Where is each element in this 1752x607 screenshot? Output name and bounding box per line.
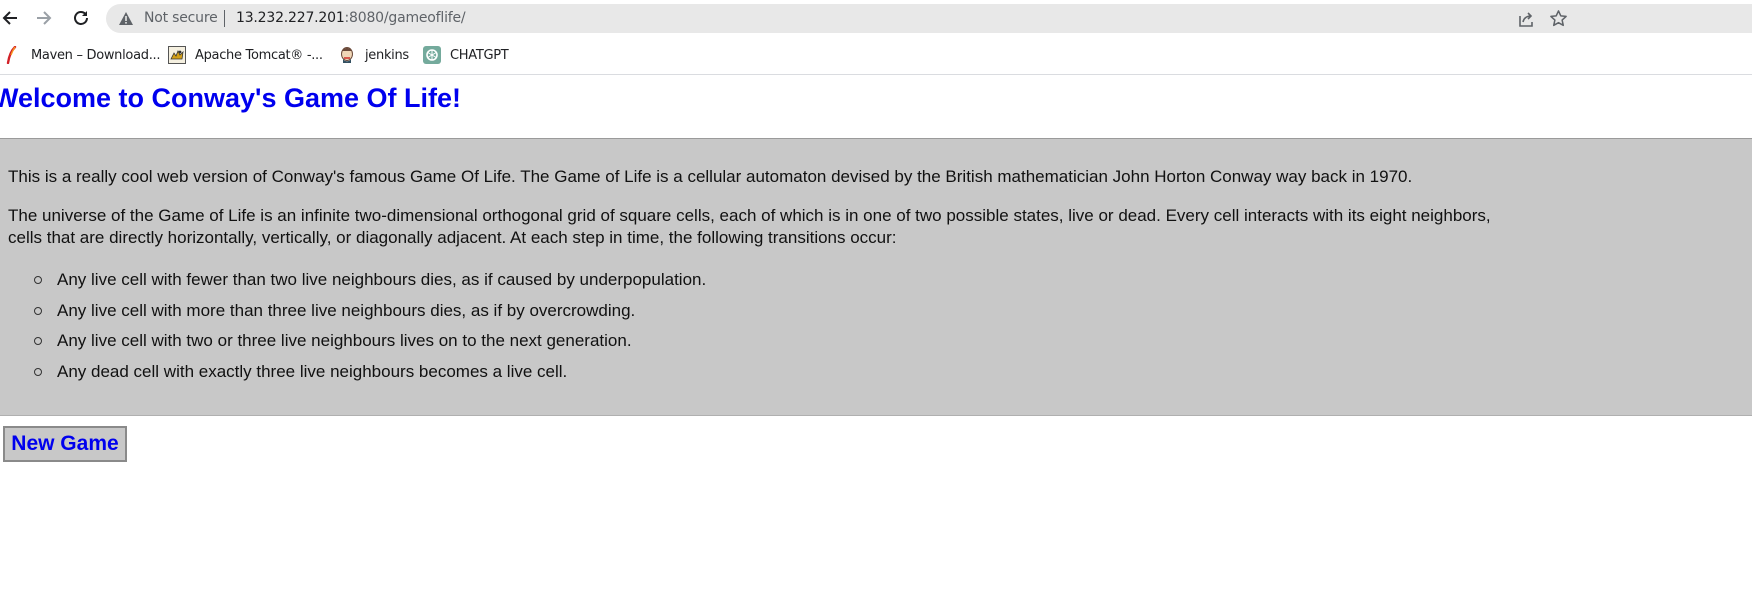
bookmark-chatgpt[interactable]: CHATGPT	[423, 45, 509, 65]
new-game-button[interactable]: New Game	[3, 426, 127, 462]
bookmark-maven[interactable]: Maven – Download...	[4, 45, 161, 65]
info-panel: This is a really cool web version of Con…	[0, 139, 1752, 416]
share-icon[interactable]	[1517, 10, 1535, 28]
circle-bullet-icon	[34, 337, 42, 345]
url-path: :8080/gameoflife/	[344, 10, 466, 26]
universe-paragraph: The universe of the Game of Life is an i…	[8, 205, 1491, 249]
bookmark-tomcat[interactable]: Apache Tomcat® -...	[168, 45, 323, 65]
page-title: Welcome to Conway's Game Of Life!	[0, 83, 462, 113]
bookmark-jenkins[interactable]: jenkins	[338, 45, 409, 65]
security-label[interactable]: Not secure	[144, 10, 218, 26]
arrow-left-icon	[2, 11, 17, 25]
forward-button[interactable]	[32, 6, 56, 30]
intro-paragraph: This is a really cool web version of Con…	[8, 167, 1413, 186]
rule-text: Any live cell with fewer than two live n…	[57, 270, 707, 289]
browser-toolbar: Not secure 13.232.227.201:8080/gameoflif…	[0, 0, 1752, 38]
circle-bullet-icon	[34, 367, 42, 376]
rule-text: Any live cell with more than three live …	[57, 300, 636, 320]
bookmark-label: Apache Tomcat® -...	[195, 47, 323, 63]
universe-line: cells that are directly horizontally, ve…	[8, 228, 897, 247]
bookmarks-bar: Maven – Download... Apache Tomcat® -... …	[0, 38, 1752, 75]
bookmark-label: Maven – Download...	[31, 47, 161, 63]
circle-bullet-icon	[34, 306, 42, 315]
chatgpt-icon	[423, 46, 441, 64]
tomcat-icon	[168, 46, 186, 64]
universe-line: The universe of the Game of Life is an i…	[8, 206, 1491, 225]
omnibox-divider	[224, 10, 225, 27]
reload-button[interactable]	[69, 6, 93, 30]
arrow-right-icon	[37, 11, 52, 25]
maven-feather-icon	[6, 46, 17, 64]
back-button[interactable]	[0, 6, 22, 30]
reload-icon	[74, 11, 88, 25]
rule-text: Any dead cell with exactly three live ne…	[57, 361, 568, 381]
warning-triangle-icon	[119, 12, 133, 25]
bookmark-label: jenkins	[365, 47, 409, 63]
page-content: Welcome to Conway's Game Of Life! This i…	[0, 75, 1752, 607]
star-icon[interactable]	[1549, 9, 1568, 28]
address-bar[interactable]: Not secure 13.232.227.201:8080/gameoflif…	[106, 4, 1752, 33]
rule-text: Any live cell with two or three live nei…	[57, 331, 632, 350]
bookmark-label: CHATGPT	[450, 47, 509, 63]
jenkins-icon	[341, 47, 353, 63]
circle-bullet-icon	[34, 276, 42, 284]
url-host: 13.232.227.201	[236, 10, 345, 26]
url-text[interactable]: 13.232.227.201:8080/gameoflife/	[236, 10, 466, 26]
